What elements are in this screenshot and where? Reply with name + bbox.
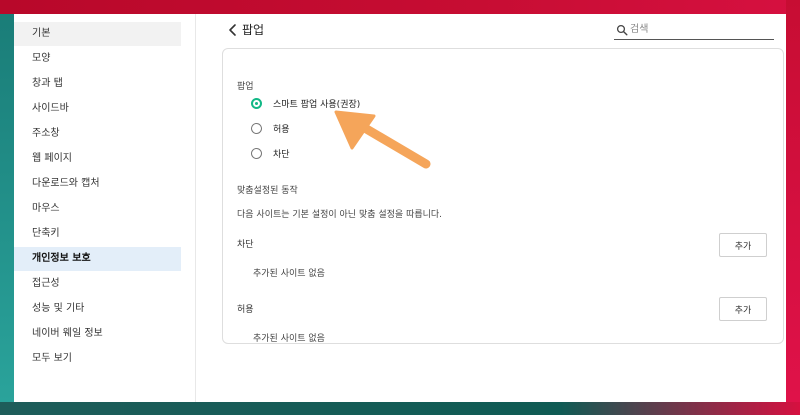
sidebar-item-windows-tabs[interactable]: 창과 탭 <box>14 72 181 96</box>
settings-sidebar: 기본 모양 창과 탭 사이드바 주소창 웹 페이지 다운로드와 캡처 마우스 단… <box>14 14 196 402</box>
sidebar-item-address-bar[interactable]: 주소창 <box>14 122 181 146</box>
annotation-arrow-icon <box>334 110 431 169</box>
sidebar-item-basic[interactable]: 기본 <box>14 22 181 46</box>
sidebar-item-web-page[interactable]: 웹 페이지 <box>14 147 181 171</box>
search-icon <box>616 24 628 36</box>
sidebar-item-shortcuts[interactable]: 단축키 <box>14 222 181 246</box>
allow-list-label: 허용 <box>237 305 254 315</box>
back-arrow-icon[interactable] <box>226 23 240 37</box>
sidebar-item-about[interactable]: 네이버 웨일 정보 <box>14 322 181 346</box>
search-input[interactable] <box>630 22 770 37</box>
custom-behavior-title: 맞춤설정된 동작 <box>237 186 298 196</box>
frame-top-border <box>0 0 800 14</box>
popup-section-label: 팝업 <box>237 82 254 92</box>
radio-button[interactable] <box>251 123 262 134</box>
sidebar-item-mouse[interactable]: 마우스 <box>14 197 181 221</box>
radio-button-checked[interactable] <box>251 98 262 109</box>
frame-left-border <box>0 14 14 402</box>
sidebar-item-accessibility[interactable]: 접근성 <box>14 272 181 296</box>
settings-window: 기본 모양 창과 탭 사이드바 주소창 웹 페이지 다운로드와 캡처 마우스 단… <box>14 14 786 402</box>
radio-label: 차단 <box>273 150 290 160</box>
sidebar-item-appearance[interactable]: 모양 <box>14 47 181 71</box>
settings-main: 팝업 팝업 스마트 팝업 사용(권장) 허용 차단 맞춤설정된 동작 <box>196 14 786 402</box>
allow-list-empty: 추가된 사이트 없음 <box>253 334 325 344</box>
add-block-site-button[interactable]: 추가 <box>719 233 767 257</box>
block-list-label: 차단 <box>237 240 254 250</box>
custom-behavior-description: 다음 사이트는 기본 설정이 아닌 맞춤 설정을 따릅니다. <box>237 210 443 220</box>
radio-button[interactable] <box>251 148 262 159</box>
sidebar-item-show-all[interactable]: 모두 보기 <box>14 347 181 371</box>
frame-right-border <box>786 0 800 415</box>
block-list-empty: 추가된 사이트 없음 <box>253 269 325 279</box>
sidebar-item-privacy[interactable]: 개인정보 보호 <box>14 247 181 271</box>
add-allow-site-button[interactable]: 추가 <box>719 297 767 321</box>
sidebar-item-download-capture[interactable]: 다운로드와 캡처 <box>14 172 181 196</box>
search-box <box>614 22 774 40</box>
page-title: 팝업 <box>242 23 265 37</box>
sidebar-item-sidebar[interactable]: 사이드바 <box>14 97 181 121</box>
frame-bottom-border <box>0 402 800 415</box>
popup-settings-panel: 팝업 스마트 팝업 사용(권장) 허용 차단 맞춤설정된 동작 다음 사이트는 … <box>222 48 784 344</box>
sidebar-item-performance[interactable]: 성능 및 기타 <box>14 297 181 321</box>
radio-label: 허용 <box>273 125 290 135</box>
